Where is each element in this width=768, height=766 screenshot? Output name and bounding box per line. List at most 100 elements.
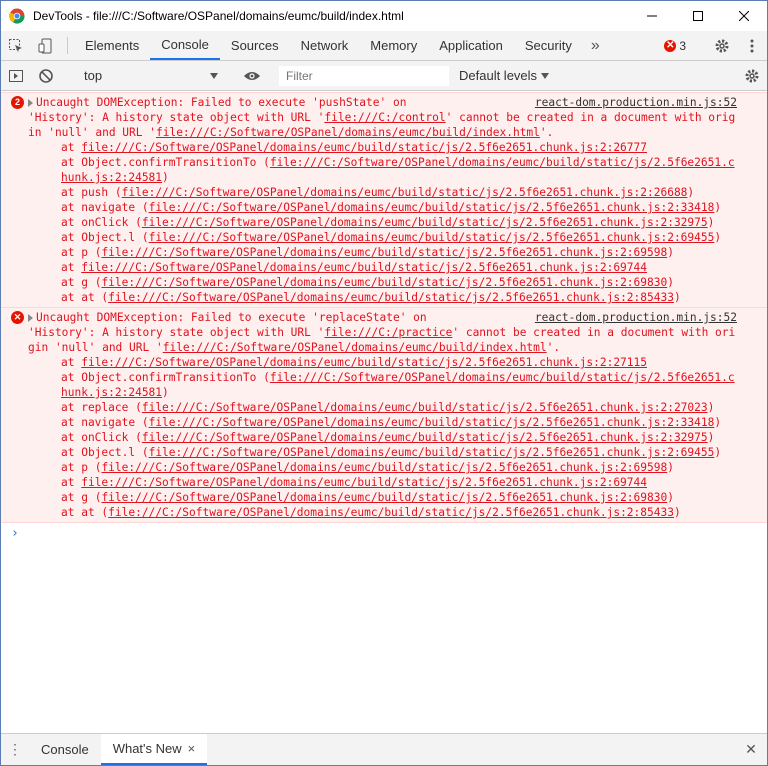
stack-link[interactable]: file:///C:/Software/OSPanel/domains/eumc… bbox=[101, 246, 667, 259]
vertical-dots-icon: ⋮ bbox=[8, 741, 22, 757]
device-toolbar-button[interactable] bbox=[31, 31, 61, 60]
minimize-button[interactable] bbox=[629, 1, 675, 31]
stack-link[interactable]: file:///C:/Software/OSPanel/domains/eumc… bbox=[101, 491, 667, 504]
url-link[interactable]: file:///C:/practice bbox=[324, 326, 452, 339]
stack-link[interactable]: file:///C:/Software/OSPanel/domains/eumc… bbox=[101, 461, 667, 474]
source-link[interactable]: react-dom.production.min.js:52 bbox=[535, 95, 737, 110]
drawer-menu-button[interactable]: ⋮ bbox=[1, 741, 29, 758]
stack-fn: at Object.l bbox=[61, 231, 142, 244]
stack-link[interactable]: file:///C:/Software/OSPanel/domains/eumc… bbox=[149, 201, 715, 214]
source-link[interactable]: react-dom.production.min.js:52 bbox=[535, 310, 737, 325]
close-tab-icon[interactable]: × bbox=[188, 741, 196, 756]
stack-link[interactable]: file:///C:/Software/OSPanel/domains/eumc… bbox=[81, 141, 647, 154]
stack-link[interactable]: file:///C:/Software/OSPanel/domains/eumc… bbox=[142, 401, 708, 414]
stack-fn: at bbox=[61, 141, 82, 154]
live-expression-button[interactable] bbox=[237, 70, 267, 82]
error-title: Uncaught DOMException: Failed to execute… bbox=[36, 311, 427, 324]
tabbar-right: ✕ 3 bbox=[656, 31, 767, 60]
error-body: 'History': A history state object with U… bbox=[28, 325, 737, 355]
expand-triangle-icon[interactable] bbox=[28, 314, 33, 322]
dropdown-arrow-icon bbox=[541, 72, 550, 79]
url-link[interactable]: file:///C:/Software/OSPanel/domains/eumc… bbox=[163, 341, 547, 354]
maximize-button[interactable] bbox=[675, 1, 721, 31]
stack-fn: at Object.confirmTransitionTo bbox=[61, 156, 264, 169]
console-output[interactable]: 2 react-dom.production.min.js:52 Uncaugh… bbox=[1, 92, 767, 732]
tab-network[interactable]: Network bbox=[290, 31, 360, 60]
stack-fn: at navigate bbox=[61, 201, 142, 214]
inspect-element-button[interactable] bbox=[1, 31, 31, 60]
more-tabs-button[interactable]: » bbox=[583, 31, 608, 60]
clear-icon bbox=[39, 68, 53, 83]
tab-memory[interactable]: Memory bbox=[359, 31, 428, 60]
inspect-icon bbox=[9, 38, 22, 52]
error-icon: ✕ bbox=[664, 39, 677, 52]
stack-fn: at Object.confirmTransitionTo bbox=[61, 371, 264, 384]
panel-tab-bar: Elements Console Sources Network Memory … bbox=[1, 31, 767, 61]
stack-frame: at Object.l (file:///C:/Software/OSPanel… bbox=[61, 231, 722, 244]
stack-link[interactable]: file:///C:/Software/OSPanel/domains/eumc… bbox=[81, 476, 647, 489]
settings-button[interactable] bbox=[707, 38, 737, 54]
drawer-tab-whats-new[interactable]: What's New × bbox=[100, 734, 208, 765]
maximize-icon bbox=[693, 10, 703, 21]
drawer-tab-console[interactable]: Console bbox=[29, 734, 101, 765]
stack-link[interactable]: file:///C:/Software/OSPanel/domains/eumc… bbox=[101, 276, 667, 289]
expand-triangle-icon[interactable] bbox=[28, 99, 33, 107]
tab-application[interactable]: Application bbox=[428, 31, 514, 60]
log-levels-dropdown[interactable]: Default levels bbox=[459, 68, 550, 83]
stack-frame: at file:///C:/Software/OSPanel/domains/e… bbox=[28, 140, 737, 155]
close-drawer-button[interactable]: ✕ bbox=[735, 741, 767, 758]
stack-link[interactable]: file:///C:/Software/OSPanel/domains/eumc… bbox=[149, 231, 715, 244]
stack-link[interactable]: file:///C:/Software/OSPanel/domains/eumc… bbox=[81, 356, 647, 369]
tab-elements[interactable]: Elements bbox=[74, 31, 150, 60]
tab-security[interactable]: Security bbox=[514, 31, 583, 60]
stack-link[interactable]: file:///C:/Software/OSPanel/domains/eumc… bbox=[142, 216, 708, 229]
stack-link[interactable]: file:///C:/Software/OSPanel/domains/eumc… bbox=[149, 416, 715, 429]
context-selector[interactable]: top bbox=[74, 68, 224, 83]
stack-fn: at g bbox=[61, 491, 95, 504]
tab-sources[interactable]: Sources bbox=[220, 31, 290, 60]
stack-fn: at at bbox=[61, 291, 102, 304]
stack-frame: at file:///C:/Software/OSPanel/domains/e… bbox=[28, 475, 737, 490]
stack-fn: at replace bbox=[61, 401, 136, 414]
title-bar: DevTools - file:///C:/Software/OSPanel/d… bbox=[1, 1, 767, 31]
divider bbox=[67, 37, 68, 54]
stack-link[interactable]: file:///C:/Software/OSPanel/domains/eumc… bbox=[81, 261, 647, 274]
error-count: 3 bbox=[679, 38, 686, 53]
stack-frame: at p (file:///C:/Software/OSPanel/domain… bbox=[61, 461, 674, 474]
stack-link[interactable]: file:///C:/Software/OSPanel/domains/eumc… bbox=[108, 291, 674, 304]
gear-icon bbox=[715, 39, 729, 52]
stack-link[interactable]: file:///C:/Software/OSPanel/domains/eumc… bbox=[149, 446, 715, 459]
stack-link[interactable]: file:///C:/Software/OSPanel/domains/eumc… bbox=[108, 506, 674, 519]
url-link[interactable]: file:///C:/Software/OSPanel/domains/eumc… bbox=[156, 126, 540, 139]
device-icon bbox=[38, 38, 52, 53]
filter-input[interactable] bbox=[279, 65, 449, 86]
customize-menu-button[interactable] bbox=[737, 38, 767, 54]
stack-frame: at push (file:///C:/Software/OSPanel/dom… bbox=[61, 186, 695, 199]
close-window-button[interactable] bbox=[721, 1, 767, 31]
stack-fn: at Object.l bbox=[61, 446, 142, 459]
stack-frame: at file:///C:/Software/OSPanel/domains/e… bbox=[28, 260, 737, 275]
stack-link[interactable]: file:///C:/Software/OSPanel/domains/eumc… bbox=[142, 431, 708, 444]
dropdown-arrow-icon bbox=[210, 72, 218, 79]
show-sidebar-button[interactable] bbox=[1, 68, 31, 84]
gear-icon bbox=[745, 69, 759, 82]
stack-fn: at bbox=[61, 261, 82, 274]
console-toolbar: top Default levels bbox=[1, 61, 767, 91]
stack-fn: at at bbox=[61, 506, 102, 519]
stack-frame: at Object.confirmTransitionTo (file:///C… bbox=[61, 156, 735, 184]
chrome-icon bbox=[9, 8, 25, 24]
devtools-window: DevTools - file:///C:/Software/OSPanel/d… bbox=[0, 0, 768, 766]
stack-frame: at file:///C:/Software/OSPanel/domains/e… bbox=[28, 355, 737, 370]
tab-console[interactable]: Console bbox=[150, 31, 220, 60]
console-settings-button[interactable] bbox=[737, 68, 767, 84]
error-counter[interactable]: ✕ 3 bbox=[656, 39, 694, 53]
stack-frame: at replace (file:///C:/Software/OSPanel/… bbox=[61, 401, 715, 414]
clear-console-button[interactable] bbox=[31, 68, 61, 84]
stack-link[interactable]: file:///C:/Software/OSPanel/domains/eumc… bbox=[122, 186, 688, 199]
body-text: 'History': A history state object with U… bbox=[28, 111, 325, 124]
url-link[interactable]: file:///C:/control bbox=[324, 111, 445, 124]
console-prompt[interactable]: › bbox=[1, 523, 767, 544]
eye-icon bbox=[244, 71, 260, 80]
stack-fn: at g bbox=[61, 276, 95, 289]
stack-fn: at bbox=[61, 356, 82, 369]
